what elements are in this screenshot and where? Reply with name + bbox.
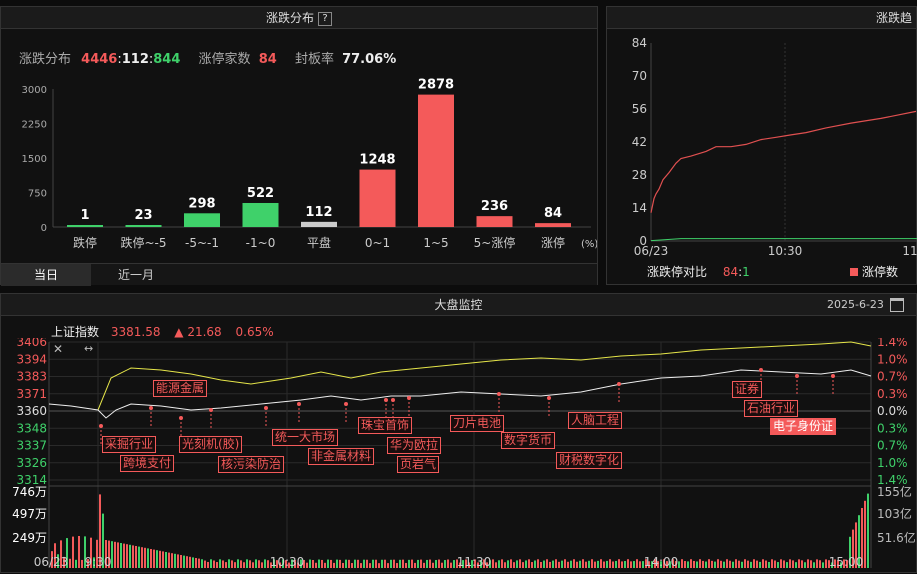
event-tag[interactable]: 珠宝首饰 bbox=[358, 417, 413, 434]
flat-count: 112 bbox=[121, 52, 149, 67]
event-tag[interactable]: 华为欧拉 bbox=[387, 437, 442, 454]
bar bbox=[184, 213, 220, 227]
bar-value-label: 298 bbox=[188, 196, 215, 211]
market-monitor-panel: 大盘监控 2025-6-23 上证指数 3381.58 ▲ 21.68 0.65… bbox=[0, 293, 917, 573]
bar-value-label: 522 bbox=[247, 186, 274, 201]
ratio-label: 涨跌停对比 bbox=[647, 265, 708, 279]
x-tick-label: 11 bbox=[902, 244, 917, 258]
y-tick-label: 84 bbox=[632, 36, 647, 50]
y-tick-label: 56 bbox=[632, 102, 647, 116]
bar bbox=[242, 202, 279, 227]
event-tag[interactable]: 核污染防治 bbox=[218, 456, 285, 473]
y-tick-label: 750 bbox=[28, 189, 47, 200]
trend-title-bar: 涨跌趋 bbox=[607, 7, 916, 29]
seal-value: 77.06% bbox=[342, 52, 397, 67]
tab-month[interactable]: 近一月 bbox=[91, 264, 181, 286]
bar-value-label: 23 bbox=[134, 208, 152, 223]
bar bbox=[301, 221, 337, 227]
y-tick-label: 0 bbox=[41, 223, 47, 234]
trend-legend: 涨停数 bbox=[850, 263, 898, 280]
event-tag[interactable]: 非金属材料 bbox=[308, 448, 375, 465]
bar-value-label: 112 bbox=[305, 205, 332, 220]
event-tag[interactable]: 统一大市场 bbox=[272, 429, 339, 446]
event-tag[interactable]: 财税数字化 bbox=[556, 452, 623, 469]
distribution-title-bar: 涨跌分布? bbox=[1, 7, 597, 29]
event-tag[interactable]: 采掘行业 bbox=[102, 436, 157, 453]
help-icon[interactable]: ? bbox=[318, 11, 332, 26]
category-label: 0~1 bbox=[365, 236, 390, 250]
event-tag[interactable]: 页岩气 bbox=[397, 456, 440, 473]
event-tag[interactable]: 证券 bbox=[732, 381, 763, 398]
bar-value-label: 1248 bbox=[359, 153, 395, 168]
ratio-down: 1 bbox=[742, 265, 750, 279]
event-tag[interactable]: 人脑工程 bbox=[568, 412, 623, 429]
bar-value-label: 2878 bbox=[418, 78, 454, 93]
category-label: 跌停~-5 bbox=[120, 235, 166, 250]
y-tick-label: 3000 bbox=[22, 85, 47, 96]
event-tag[interactable]: 刀片电池 bbox=[450, 415, 505, 432]
ratio-up: 84 bbox=[722, 265, 739, 279]
bar bbox=[535, 223, 571, 227]
y-tick-label: 14 bbox=[632, 201, 647, 215]
event-tag[interactable]: 光刻机(胶) bbox=[179, 436, 243, 453]
bar-value-label: 236 bbox=[481, 199, 508, 214]
trend-line-chart: 847056422814006/23 10:30 11 bbox=[632, 36, 917, 258]
y-tick-label: 42 bbox=[632, 135, 647, 149]
event-tag[interactable]: 电子身份证 bbox=[770, 418, 837, 435]
limit-up-series bbox=[650, 110, 917, 213]
category-label: 平盘 bbox=[307, 235, 331, 250]
distribution-tabs: 当日 近一月 bbox=[1, 263, 597, 286]
trend-footer: 涨跌停对比 84:1 bbox=[647, 263, 750, 280]
y-tick-label: 2250 bbox=[22, 120, 47, 131]
summary-label: 涨跌分布 bbox=[19, 52, 72, 67]
distribution-panel: 涨跌分布? 涨跌分布 4446:112:844 涨停家数 84 封板率 77.0… bbox=[0, 6, 598, 286]
up-count: 4446 bbox=[81, 52, 118, 67]
limit-label: 涨停家数 bbox=[198, 52, 251, 67]
bar bbox=[418, 94, 454, 227]
trend-panel: 涨跌趋 84 70 56 42 28 14 0 06/23 10:30 11 涨跌停对比 84:1… bbox=[606, 6, 917, 285]
tab-today[interactable]: 当日 bbox=[1, 264, 91, 286]
x-tick-label: 06/23 bbox=[634, 244, 669, 258]
bar bbox=[67, 225, 103, 227]
category-label: -5~-1 bbox=[185, 236, 219, 250]
category-label: 涨停 bbox=[541, 235, 565, 250]
category-label: 跌停 bbox=[73, 235, 97, 250]
distribution-bar-chart: 3000 2250 1500 750 0 1 跌停 23 跌停~-5 298 -5~-1 522 -1~… bbox=[22, 78, 597, 250]
legend-label: 涨停数 bbox=[862, 265, 899, 279]
bar bbox=[125, 225, 162, 227]
down-count: 844 bbox=[153, 52, 181, 67]
category-label: 5~涨停 bbox=[474, 235, 516, 250]
category-label: 1~5 bbox=[423, 236, 448, 250]
bar-value-label: 84 bbox=[544, 206, 562, 221]
y-tick-label: 28 bbox=[632, 168, 647, 182]
legend-swatch-icon bbox=[850, 268, 858, 276]
bar-value-label: 1 bbox=[80, 208, 89, 223]
trend-title: 涨跌趋 bbox=[875, 11, 912, 25]
annotation-layer: 能源金属采掘行业跨境支付 光刻机(胶) 核污染防治 统一大市场非金属材料 珠宝首饰华为欧… bbox=[1, 294, 917, 574]
seal-label: 封板率 bbox=[294, 52, 334, 67]
distribution-summary: 涨跌分布 4446:112:844 涨停家数 84 封板率 77.06% bbox=[19, 48, 396, 67]
y-tick-label: 1500 bbox=[22, 154, 47, 165]
bar bbox=[476, 216, 513, 227]
distribution-title: 涨跌分布 bbox=[265, 11, 314, 25]
x-tick-label: 10:30 bbox=[768, 244, 803, 258]
unit-label: (%) bbox=[581, 239, 597, 250]
event-tag[interactable]: 跨境支付 bbox=[120, 455, 175, 472]
event-tag[interactable]: 数字货币 bbox=[501, 432, 556, 449]
event-tag[interactable]: 能源金属 bbox=[153, 380, 208, 397]
limit-value: 84 bbox=[258, 52, 277, 67]
event-tag[interactable]: 石油行业 bbox=[744, 400, 799, 417]
category-label: -1~0 bbox=[246, 236, 276, 250]
y-tick-label: 70 bbox=[632, 69, 647, 83]
bar bbox=[359, 169, 396, 227]
limit-down-series bbox=[650, 238, 917, 242]
